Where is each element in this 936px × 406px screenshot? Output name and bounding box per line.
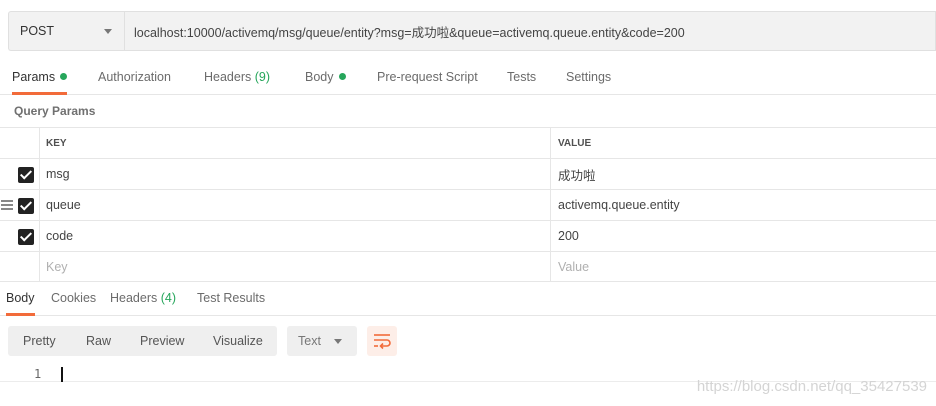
- tab-body[interactable]: Body: [305, 62, 346, 95]
- pretty-button[interactable]: Pretty: [23, 326, 56, 356]
- method-select[interactable]: POST: [8, 11, 124, 51]
- param-value-cell[interactable]: 成功啦: [550, 159, 936, 189]
- param-key-cell[interactable]: msg: [39, 159, 550, 189]
- tab-response-body[interactable]: Body: [6, 283, 35, 316]
- value-column-header: VALUE: [550, 128, 936, 158]
- request-bar: POST localhost:10000/activemq/msg/queue/…: [8, 11, 936, 51]
- tab-prerequest-label: Pre-request Script: [377, 70, 478, 84]
- tab-params-label: Params: [12, 70, 56, 84]
- format-select[interactable]: Text: [287, 326, 357, 356]
- param-value-cell[interactable]: 200: [550, 221, 936, 251]
- tab-cookies-label: Cookies: [51, 291, 97, 305]
- param-value-cell[interactable]: activemq.queue.entity: [550, 190, 936, 220]
- chevron-down-icon: [334, 339, 342, 344]
- text-cursor: [61, 367, 63, 382]
- tab-test-results-label: Test Results: [197, 291, 266, 305]
- table-row: queue activemq.queue.entity: [0, 189, 936, 220]
- tab-test-results[interactable]: Test Results: [197, 283, 265, 316]
- tab-params[interactable]: Params: [12, 62, 68, 95]
- tab-cookies[interactable]: Cookies: [51, 283, 96, 316]
- tab-settings-label: Settings: [566, 70, 612, 84]
- wrap-lines-icon: [374, 334, 391, 350]
- line-number: 1: [34, 367, 42, 381]
- view-mode-segmented-control: Pretty Raw Preview Visualize: [8, 326, 277, 356]
- param-checkbox-checked-icon[interactable]: [18, 229, 34, 245]
- tab-body-label: Body: [305, 70, 334, 84]
- response-tabs: Body Cookies Headers (4) Test Results: [0, 283, 936, 316]
- watermark: https://blog.csdn.net/qq_35427539: [696, 378, 927, 395]
- table-row: msg 成功啦: [0, 158, 936, 189]
- tab-response-headers-label: Headers: [110, 291, 158, 305]
- tab-headers-label: Headers: [204, 70, 252, 84]
- tab-prerequest-script[interactable]: Pre-request Script: [377, 62, 478, 95]
- chevron-down-icon: [104, 29, 112, 34]
- new-value-input[interactable]: Value: [550, 252, 936, 281]
- preview-button[interactable]: Preview: [140, 326, 184, 356]
- key-column-header: KEY: [39, 128, 550, 158]
- tab-headers-count: (9): [254, 70, 271, 84]
- tab-response-body-label: Body: [6, 291, 35, 305]
- url-input[interactable]: localhost:10000/activemq/msg/queue/entit…: [124, 11, 936, 51]
- method-label: POST: [20, 24, 55, 38]
- tab-settings[interactable]: Settings: [566, 62, 611, 95]
- tab-tests-label: Tests: [507, 70, 537, 84]
- request-tabs: Params Authorization Headers (9) Body Pr…: [0, 62, 936, 95]
- table-header-row: KEY VALUE: [0, 127, 936, 158]
- tab-authorization[interactable]: Authorization: [98, 62, 171, 95]
- param-key-cell[interactable]: queue: [39, 190, 550, 220]
- param-checkbox-checked-icon[interactable]: [18, 198, 34, 214]
- drag-handle-icon[interactable]: [1, 200, 13, 210]
- format-select-label: Text: [298, 334, 321, 348]
- tab-authorization-label: Authorization: [98, 70, 171, 84]
- tab-tests[interactable]: Tests: [507, 62, 536, 95]
- param-checkbox-checked-icon[interactable]: [18, 167, 34, 183]
- raw-button[interactable]: Raw: [86, 326, 111, 356]
- visualize-button[interactable]: Visualize: [213, 326, 263, 356]
- tab-response-headers-count: (4): [160, 291, 177, 305]
- query-params-title: Query Params: [14, 104, 96, 118]
- query-params-table: KEY VALUE msg 成功啦 queue activemq.queue.e…: [0, 127, 936, 282]
- tab-response-headers[interactable]: Headers (4): [110, 283, 176, 316]
- table-row: code 200: [0, 220, 936, 251]
- new-key-input[interactable]: Key: [39, 252, 550, 281]
- param-key-cell[interactable]: code: [39, 221, 550, 251]
- params-active-dot-icon: [60, 73, 68, 80]
- body-active-dot-icon: [338, 73, 346, 80]
- wrap-lines-button[interactable]: [367, 326, 397, 356]
- table-row-new: Key Value: [0, 251, 936, 282]
- tab-headers[interactable]: Headers (9): [204, 62, 270, 95]
